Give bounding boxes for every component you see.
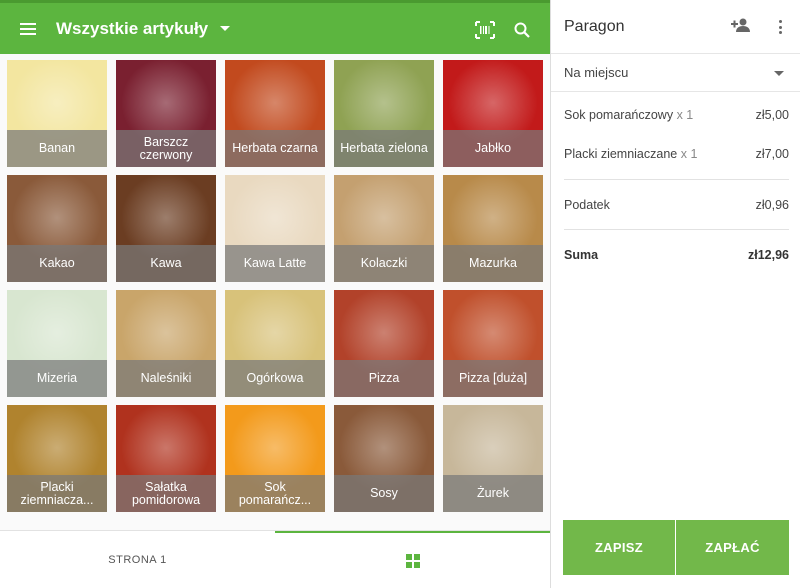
receipt-pane: Paragon Na miejscu Sok pomarańczowy x 1 … [550,0,800,588]
product-tile[interactable]: Kakao [7,175,107,282]
dine-option-select[interactable]: Na miejscu [551,54,800,92]
receipt-line-item[interactable]: Placki ziemniaczane x 1 zł7,00 [564,147,789,161]
app: Wszystkie artykuły Banan Barszcz czerwony… [0,0,800,588]
page-tab[interactable]: STRONA 1 [0,531,275,588]
receipt-title: Paragon [564,17,625,35]
product-tile[interactable]: Banan [7,60,107,167]
product-name: Barszcz czerwony [116,130,216,167]
category-dropdown[interactable]: Wszystkie artykuły [56,18,231,39]
product-tile[interactable]: Jabłko [443,60,543,167]
item-name: Placki ziemniaczane [564,147,678,161]
total-label: Suma [564,248,599,262]
top-app-bar: Wszystkie artykuły [0,0,550,54]
item-price: zł7,00 [755,147,789,161]
search-icon[interactable] [502,3,542,57]
product-tile[interactable]: Sałatka pomidorowa [116,405,216,512]
product-name: Pizza [duża] [443,360,543,397]
product-name: Mizeria [7,360,107,397]
product-tile[interactable]: Pizza [334,290,434,397]
product-name: Sok pomarańcz... [225,475,325,512]
product-name: Herbata zielona [334,130,434,167]
product-tile[interactable]: Ogórkowa [225,290,325,397]
tax-value: zł0,96 [755,198,789,212]
product-name: Herbata czarna [225,130,325,167]
menu-icon [20,22,36,35]
product-tile[interactable]: Kawa Latte [225,175,325,282]
grid-view-tab[interactable] [275,531,550,588]
product-name: Kolaczki [334,245,434,282]
tax-row: Podatek zł0,96 [564,198,789,212]
product-tile[interactable]: Barszcz czerwony [116,60,216,167]
product-pane: Wszystkie artykuły Banan Barszcz czerwony… [0,0,550,588]
barcode-scan-icon[interactable] [465,3,505,57]
product-name: Banan [7,130,107,167]
receipt-line-item[interactable]: Sok pomarańczowy x 1 zł5,00 [564,108,789,122]
receipt-header: Paragon [551,0,800,54]
divider [564,179,789,180]
pay-button[interactable]: ZAPŁAĆ [676,520,789,575]
total-value: zł12,96 [747,248,789,262]
product-tile[interactable]: Kawa [116,175,216,282]
chevron-down-icon [220,26,231,31]
product-name: Kawa [116,245,216,282]
save-button[interactable]: ZAPISZ [563,520,675,575]
item-price: zł5,00 [755,108,789,122]
bottom-bar: STRONA 1 [0,530,550,588]
product-name: Ogórkowa [225,360,325,397]
product-name: Żurek [443,475,543,512]
product-tile[interactable]: Sosy [334,405,434,512]
product-tile[interactable]: Placki ziemniacza... [7,405,107,512]
item-qty: x 1 [680,147,698,161]
product-tile[interactable]: Pizza [duża] [443,290,543,397]
product-tile[interactable]: Herbata zielona [334,60,434,167]
total-row: Suma zł12,96 [564,248,789,262]
product-name: Placki ziemniacza... [7,475,107,512]
grid-icon [405,554,420,568]
dine-option-value: Na miejscu [564,65,629,80]
product-name: Sałatka pomidorowa [116,475,216,512]
menu-button[interactable] [0,2,56,56]
product-tile[interactable]: Mazurka [443,175,543,282]
product-name: Kakao [7,245,107,282]
product-tile[interactable]: Żurek [443,405,543,512]
product-tile[interactable]: Naleśniki [116,290,216,397]
item-qty: x 1 [676,108,694,122]
product-tile[interactable]: Mizeria [7,290,107,397]
product-name: Naleśniki [116,360,216,397]
product-tile[interactable]: Sok pomarańcz... [225,405,325,512]
product-name: Mazurka [443,245,543,282]
product-name: Sosy [334,475,434,512]
chevron-down-icon [774,71,784,76]
product-name: Kawa Latte [225,245,325,282]
product-tile[interactable]: Kolaczki [334,175,434,282]
add-customer-icon[interactable] [731,17,751,38]
product-tile[interactable]: Herbata czarna [225,60,325,167]
category-label: Wszystkie artykuły [56,18,209,38]
product-name: Pizza [334,360,434,397]
product-name: Jabłko [443,130,543,167]
more-vert-icon[interactable] [773,18,787,36]
tax-label: Podatek [564,198,610,212]
divider [564,229,789,230]
item-name: Sok pomarańczowy [564,108,674,122]
